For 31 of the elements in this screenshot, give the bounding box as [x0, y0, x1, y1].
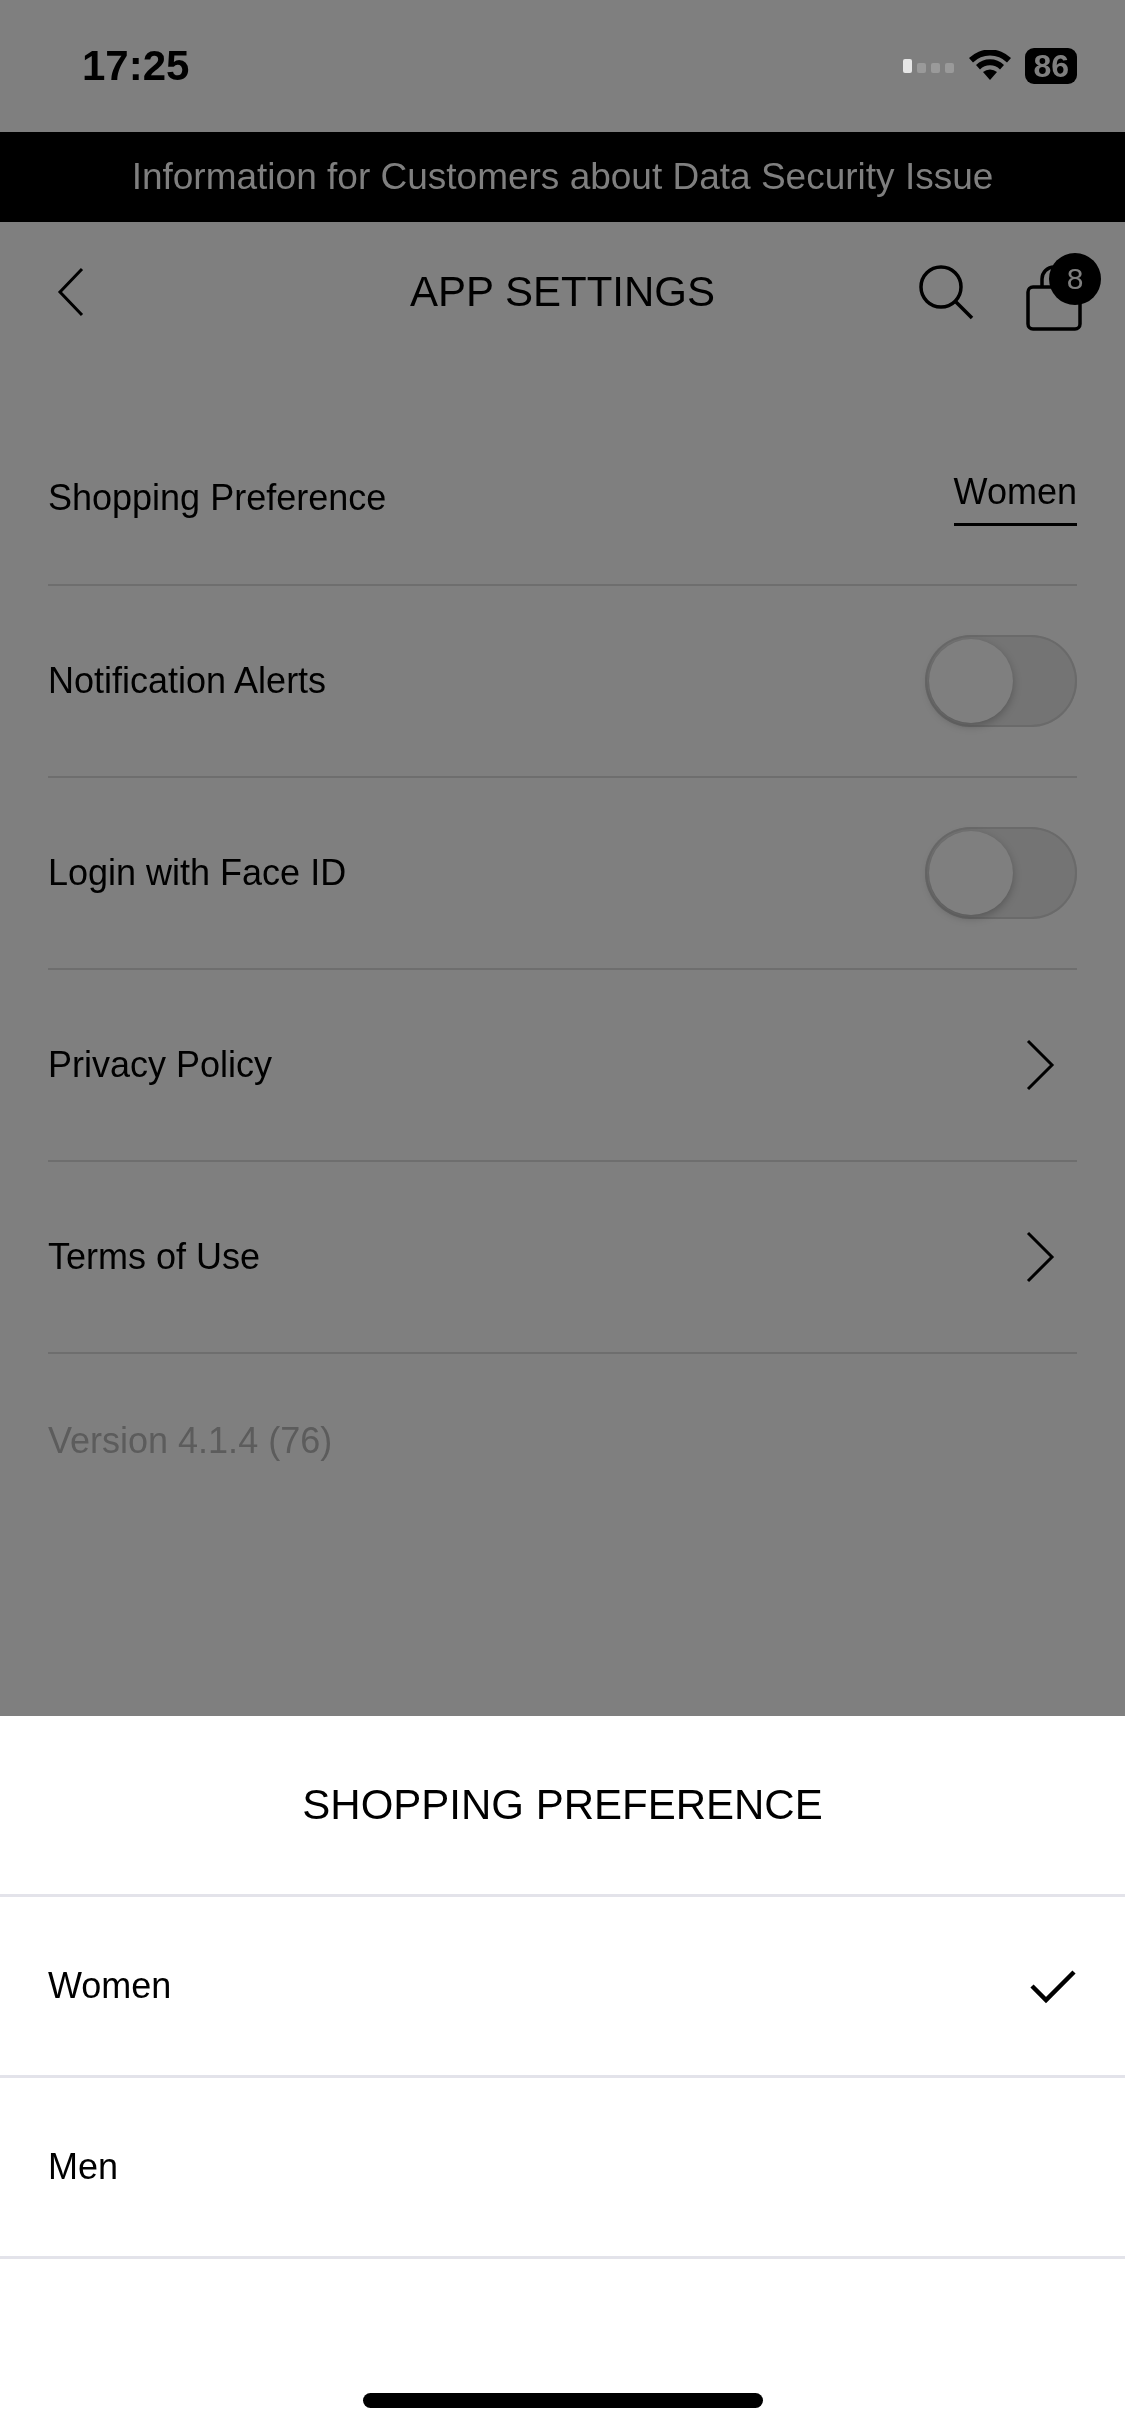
settings-row[interactable]: Login with Face ID [48, 778, 1077, 970]
back-icon [56, 267, 86, 317]
option-label: Women [48, 1965, 172, 2007]
info-banner[interactable]: Information for Customers about Data Security Issue [0, 132, 1125, 222]
settings-row[interactable]: Shopping Preference Women [48, 412, 1077, 586]
battery-level: 86 [1033, 47, 1069, 85]
search-button[interactable] [917, 263, 975, 321]
chevron-right-icon [1025, 1039, 1055, 1091]
setting-label: Notification Alerts [48, 660, 327, 702]
cart-button[interactable]: 8 [1025, 253, 1101, 331]
setting-value-link[interactable]: Women [953, 470, 1077, 526]
back-button[interactable] [56, 267, 86, 317]
setting-label: Privacy Policy [48, 1044, 273, 1086]
setting-label: Login with Face ID [48, 852, 347, 894]
page-title: APP SETTINGS [410, 268, 715, 316]
cart-count-badge: 8 [1049, 253, 1101, 305]
signal-icon [903, 58, 956, 74]
settings-row[interactable]: Terms of Use [48, 1162, 1077, 1354]
banner-text: Information for Customers about Data Security Issue [131, 156, 994, 198]
setting-label: Shopping Preference [48, 477, 387, 519]
preference-option[interactable]: Women [0, 1897, 1125, 2078]
settings-row[interactable]: Privacy Policy [48, 970, 1077, 1162]
settings-row[interactable]: Notification Alerts [48, 586, 1077, 778]
option-label: Men [48, 2146, 119, 2188]
wifi-icon [969, 50, 1012, 82]
sheet-title: SHOPPING PREFERENCE [302, 1781, 823, 1829]
search-icon [917, 263, 975, 321]
status-time: 17:25 [82, 42, 190, 90]
setting-label: Terms of Use [48, 1236, 261, 1278]
preference-option[interactable]: Men [0, 2078, 1125, 2259]
chevron-right-icon [1025, 1231, 1055, 1283]
